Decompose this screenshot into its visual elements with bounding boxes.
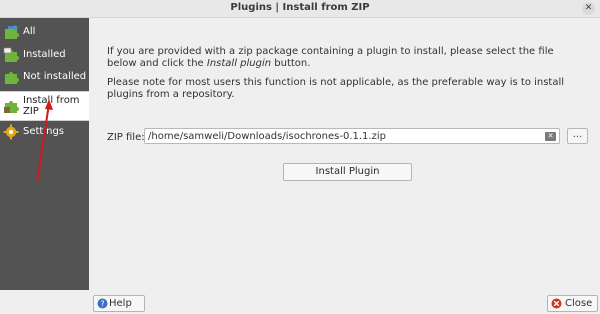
zip-file-input[interactable]: /home/samweli/Downloads/isochrones-0.1.1… (144, 128, 560, 144)
install-plugin-emphasis: Install plugin (206, 57, 272, 69)
zip-file-path: /home/samweli/Downloads/isochrones-0.1.1… (148, 131, 386, 142)
zip-file-label: ZIP file: (107, 132, 145, 143)
install-from-zip-panel: If you are provided with a zip package c… (90, 18, 600, 290)
annotation-arrow (36, 99, 53, 183)
clear-input-icon[interactable]: ✕ (545, 132, 556, 141)
close-button[interactable]: Close (547, 295, 598, 312)
intro-text: If you are provided with a zip package c… (107, 46, 554, 69)
help-icon: ? (97, 298, 108, 309)
browse-button[interactable]: ... (567, 128, 588, 144)
note-text: Please note for most users this function… (107, 77, 565, 100)
help-label: Help (109, 298, 132, 309)
plugins-dialog: Plugins | Install from ZIP ✕ All Install… (0, 0, 600, 314)
dialog-footer: ? Help Close (0, 290, 600, 314)
install-plugin-button[interactable]: Install Plugin (283, 163, 412, 181)
title-bar: Plugins | Install from ZIP ✕ (0, 0, 600, 18)
close-icon (551, 298, 562, 309)
help-button[interactable]: ? Help (93, 295, 145, 312)
close-label: Close (565, 298, 593, 309)
window-close-button[interactable]: ✕ (582, 2, 595, 15)
plugins-sidebar: All Installed Not installed Install from… (0, 18, 89, 290)
svg-text:?: ? (100, 300, 104, 309)
window-title: Plugins | Install from ZIP (230, 2, 370, 13)
